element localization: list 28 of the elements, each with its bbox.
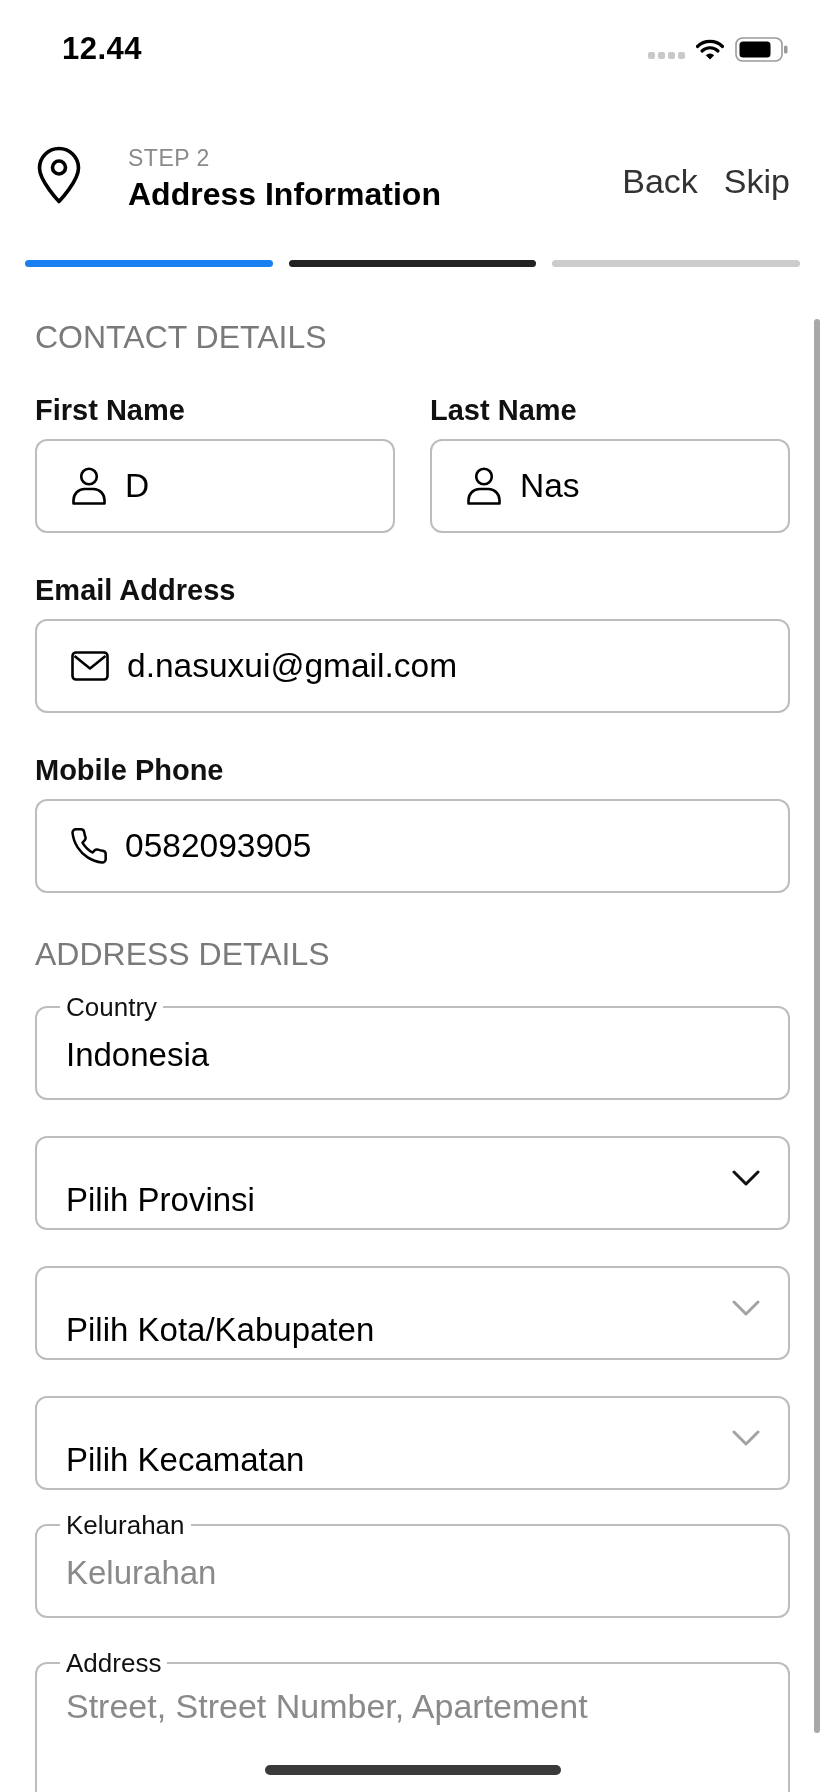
step-label: STEP 2 — [128, 143, 211, 172]
field-label: First Name — [35, 394, 186, 426]
phone-icon — [71, 828, 107, 864]
name-field[interactable]: Nas — [430, 439, 790, 533]
map-pin-icon — [37, 146, 81, 204]
field-label: Country — [65, 994, 159, 1020]
field-label: Kelurahan — [65, 1512, 186, 1538]
battery-icon — [735, 36, 788, 62]
person-icon — [71, 467, 107, 505]
section-heading: CONTACT DETAILS — [35, 319, 328, 355]
text-field[interactable]: Kelurahan Kelurahan — [35, 1512, 790, 1618]
mail-icon — [71, 651, 109, 681]
section-heading: ADDRESS DETAILS — [35, 936, 331, 972]
signal-dots-icon — [648, 51, 685, 59]
dropdown[interactable]: Pilih Provinsi — [35, 1136, 790, 1230]
field-label: Last Name — [430, 394, 578, 426]
email-field[interactable]: d.nasuxui@gmail.com — [35, 619, 790, 713]
field-label: Mobile Phone — [35, 754, 225, 786]
wifi-icon — [696, 38, 724, 60]
status-time: 12.44 — [62, 31, 143, 67]
field-label: Email Address — [35, 574, 237, 606]
phone-field[interactable]: 0582093905 — [35, 799, 790, 893]
name-field[interactable]: D — [35, 439, 395, 533]
skip-button[interactable]: Skip — [723, 161, 790, 201]
field-label: Address — [65, 1650, 163, 1676]
page-title: Address Information — [128, 174, 442, 213]
person-icon — [466, 467, 502, 505]
back-button[interactable]: Back — [622, 161, 698, 201]
